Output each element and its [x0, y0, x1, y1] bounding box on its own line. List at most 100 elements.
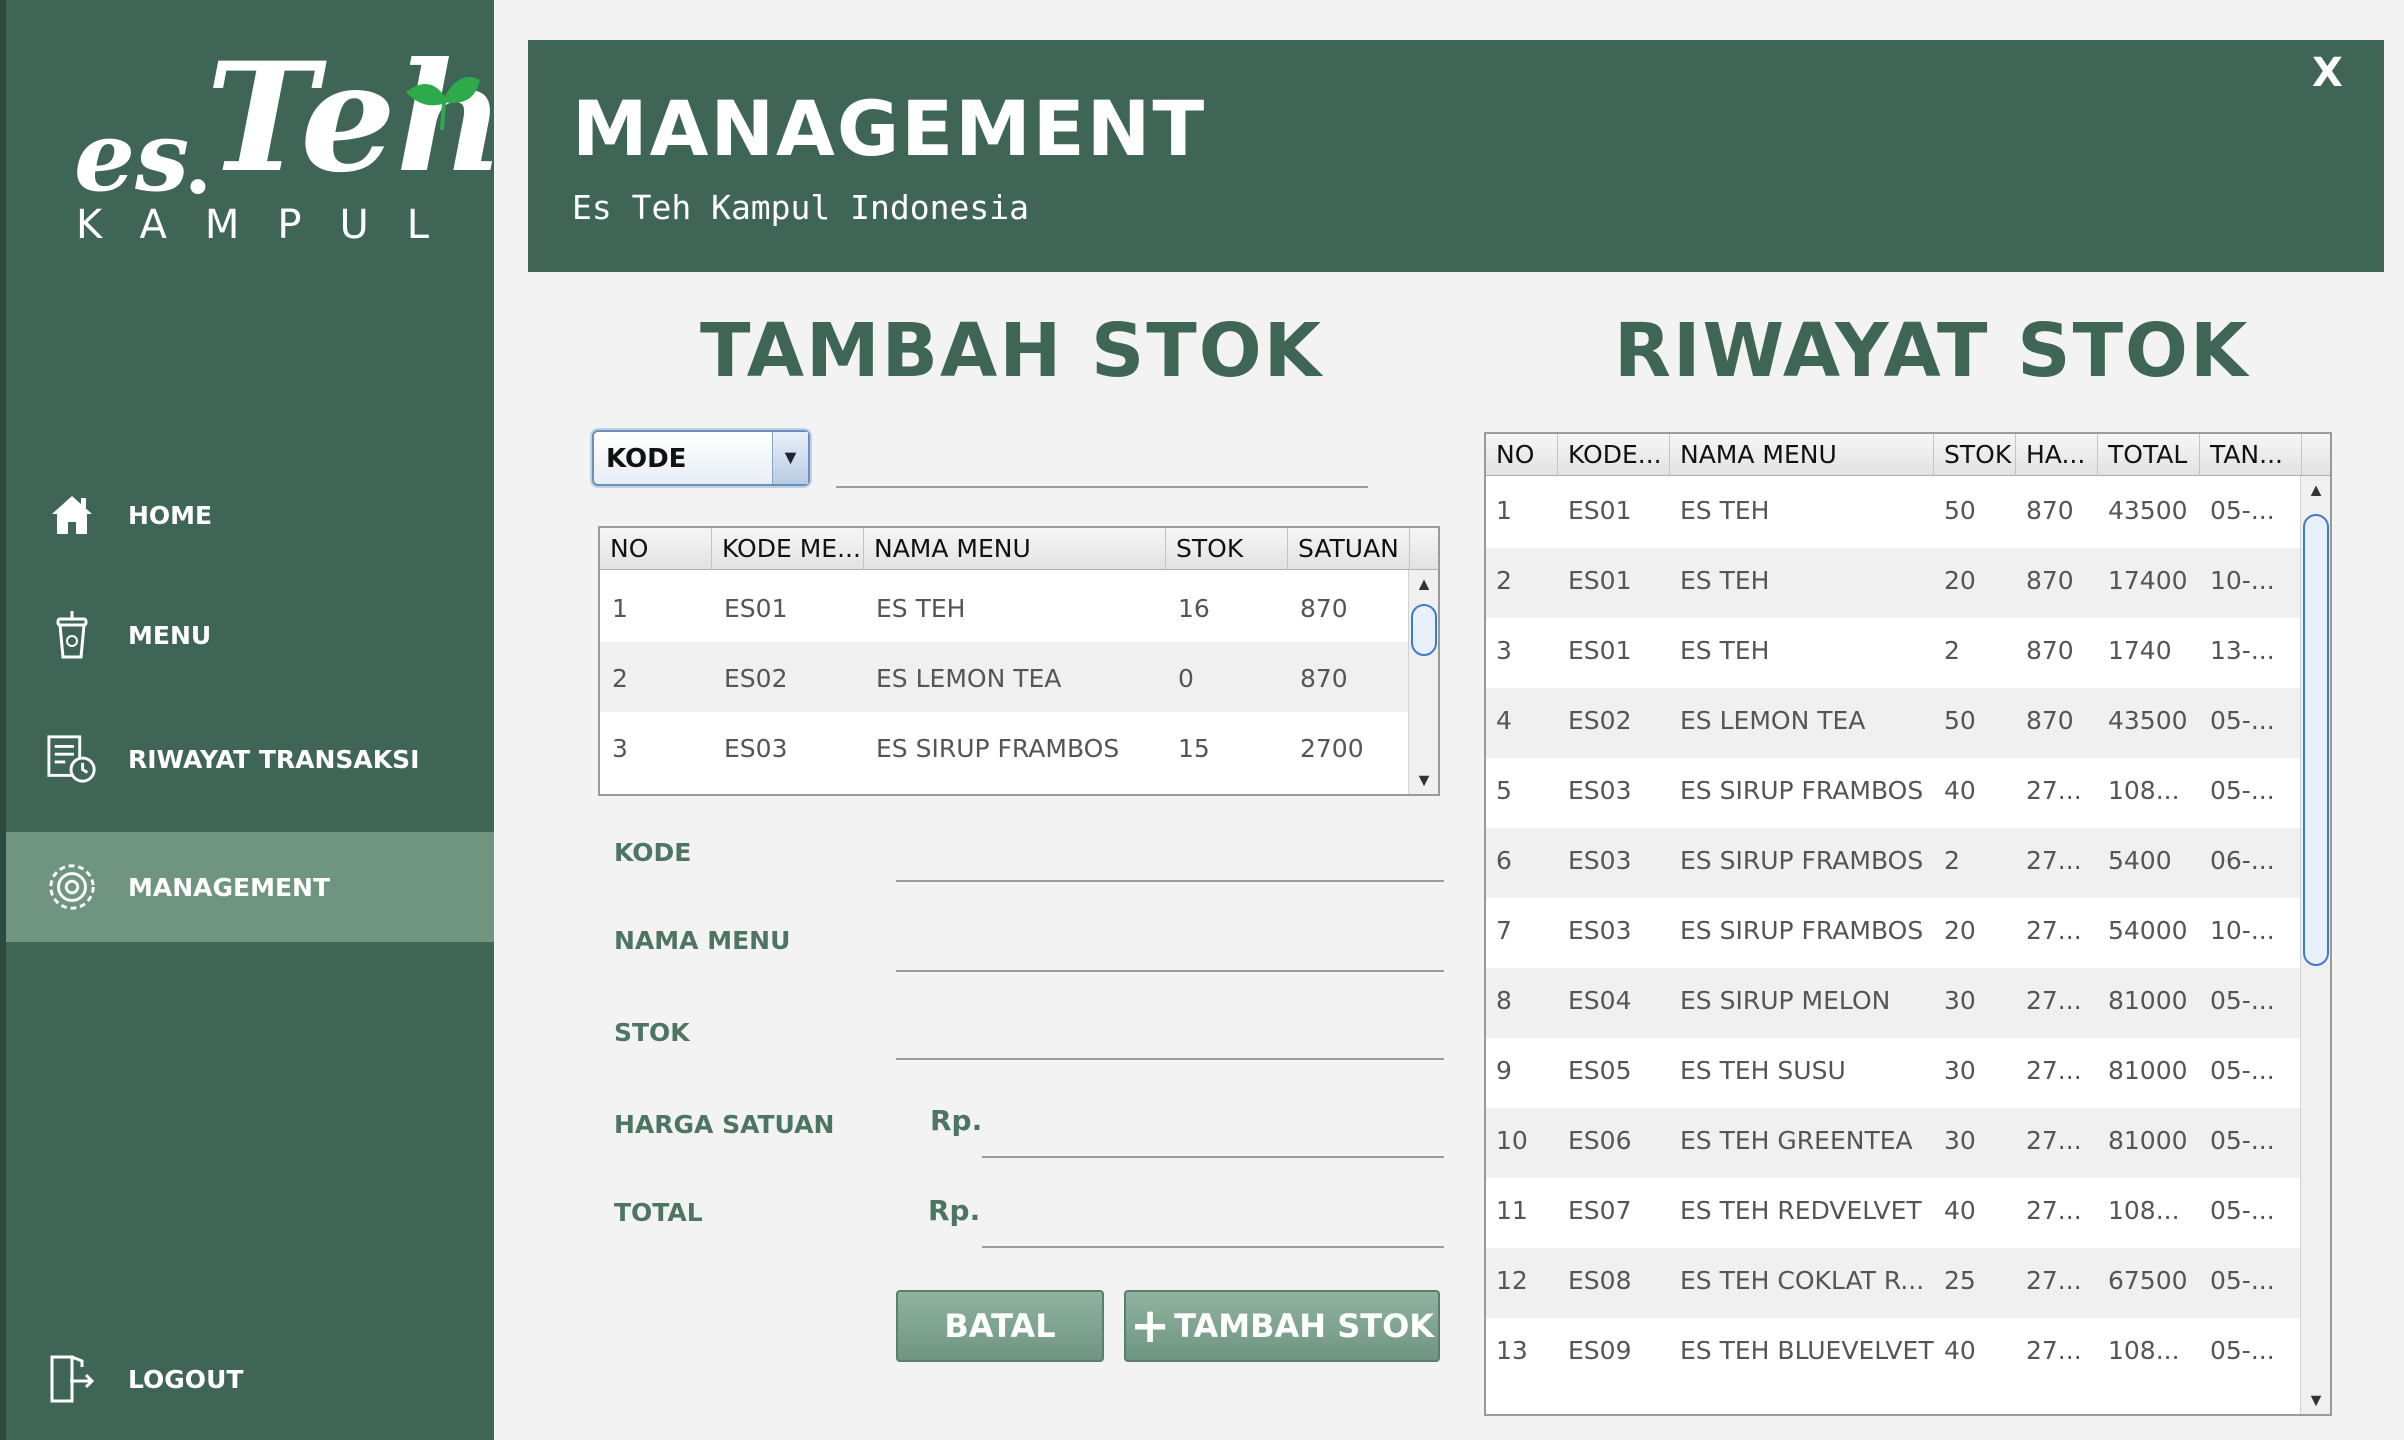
table-cell: 15: [1178, 734, 1210, 763]
table-cell: 27...: [2026, 986, 2082, 1015]
table-cell: 12: [1496, 1266, 1528, 1295]
table-row[interactable]: 13 ES09 ES TEH BLUEVELVET 40 27... 108... 05-.…: [1486, 1318, 2302, 1388]
nama-menu-field[interactable]: [896, 970, 1444, 972]
table-cell: ES TEH REDVELVET: [1680, 1196, 1922, 1225]
scroll-up-icon[interactable]: ▲: [1409, 570, 1438, 598]
tambah-stok-button[interactable]: + TAMBAH STOK: [1124, 1290, 1440, 1362]
table-cell: ES TEH SUSU: [1680, 1056, 1846, 1085]
col-header-no[interactable]: NO: [1486, 434, 1558, 476]
table-cell: ES02: [724, 664, 788, 693]
logo-es: es: [74, 100, 190, 213]
scroll-thumb[interactable]: [2303, 514, 2329, 966]
stok-field[interactable]: [896, 1058, 1444, 1060]
page-subtitle: Es Teh Kampul Indonesia: [572, 188, 1029, 227]
table-row[interactable]: 3 ES03 ES SIRUP FRAMBOS 15 2700: [600, 712, 1410, 782]
menu-table-scrollbar[interactable]: ▲ ▼: [1408, 570, 1438, 794]
col-header-no[interactable]: NO: [600, 528, 712, 570]
scroll-up-icon[interactable]: ▲: [2301, 476, 2330, 504]
table-cell: 108...: [2108, 1196, 2180, 1225]
col-header-kode[interactable]: KODE...: [1558, 434, 1670, 476]
scroll-down-icon[interactable]: ▼: [1409, 766, 1438, 794]
col-header-tanggal[interactable]: TAN...: [2200, 434, 2302, 476]
nama-menu-label: NAMA MENU: [614, 926, 791, 955]
table-row[interactable]: 2 ES01 ES TEH 20 870 17400 10-...: [1486, 548, 2302, 618]
table-row[interactable]: 11 ES07 ES TEH REDVELVET 40 27... 108... 05-..…: [1486, 1178, 2302, 1248]
table-cell: 870: [1300, 594, 1348, 623]
history-table-scrollbar[interactable]: ▲ ▼: [2300, 476, 2330, 1414]
table-row[interactable]: 1 ES01 ES TEH 50 870 43500 05-...: [1486, 478, 2302, 548]
nav-menu[interactable]: MENU: [6, 580, 494, 690]
total-field[interactable]: [982, 1246, 1444, 1248]
chevron-down-icon[interactable]: ▼: [772, 432, 808, 484]
table-cell: 30: [1944, 1126, 1976, 1155]
col-header-stok[interactable]: STOK: [1166, 528, 1288, 570]
table-cell: 05-...: [2210, 1266, 2275, 1295]
table-cell: ES03: [724, 734, 788, 763]
tambah-stok-title: TAMBAH STOK: [700, 308, 1324, 394]
search-by-select[interactable]: KODE ▼: [592, 430, 810, 486]
table-row[interactable]: 10 ES06 ES TEH GREENTEA 30 27... 81000 05-...: [1486, 1108, 2302, 1178]
table-cell: 870: [1300, 664, 1348, 693]
kode-field[interactable]: [896, 880, 1444, 882]
table-cell: 27...: [2026, 1336, 2082, 1365]
table-cell: ES08: [1568, 1266, 1632, 1295]
table-row[interactable]: 3 ES01 ES TEH 2 870 1740 13-...: [1486, 618, 2302, 688]
table-cell: ES SIRUP FRAMBOS: [876, 734, 1120, 763]
table-cell: 27...: [2026, 1266, 2082, 1295]
col-header-nama-menu[interactable]: NAMA MENU: [1670, 434, 1934, 476]
col-header-kode[interactable]: KODE ME...: [712, 528, 864, 570]
nav-logout-label: LOGOUT: [128, 1364, 244, 1394]
table-row[interactable]: 5 ES03 ES SIRUP FRAMBOS 40 27... 108... 05-...: [1486, 758, 2302, 828]
nav-management[interactable]: MANAGEMENT: [6, 832, 494, 942]
search-input[interactable]: [836, 486, 1368, 488]
batal-button-label: BATAL: [944, 1307, 1056, 1345]
table-cell: 25: [1944, 1266, 1976, 1295]
table-cell: ES05: [1568, 1056, 1632, 1085]
batal-button[interactable]: BATAL: [896, 1290, 1104, 1362]
nav-home[interactable]: HOME: [6, 460, 494, 570]
table-cell: ES TEH: [1680, 636, 1770, 665]
nav-logout[interactable]: LOGOUT: [6, 1324, 494, 1434]
table-cell: 1: [612, 594, 628, 623]
table-cell: 06-...: [2210, 846, 2275, 875]
table-row[interactable]: 7 ES03 ES SIRUP FRAMBOS 20 27... 54000 10-...: [1486, 898, 2302, 968]
scroll-down-icon[interactable]: ▼: [2301, 1386, 2330, 1414]
table-cell: 17400: [2108, 566, 2188, 595]
table-cell: ES04: [1568, 986, 1632, 1015]
kode-label: KODE: [614, 838, 692, 867]
table-cell: ES SIRUP FRAMBOS: [1680, 916, 1924, 945]
table-row[interactable]: 9 ES05 ES TEH SUSU 30 27... 81000 05-...: [1486, 1038, 2302, 1108]
table-cell: 870: [2026, 566, 2074, 595]
harga-satuan-field[interactable]: [982, 1156, 1444, 1158]
col-header-nama-menu[interactable]: NAMA MENU: [864, 528, 1166, 570]
table-row[interactable]: 4 ES02 ES LEMON TEA 50 870 43500 05-...: [1486, 688, 2302, 758]
col-header-satuan[interactable]: SATUAN: [1288, 528, 1410, 570]
table-cell: ES SIRUP FRAMBOS: [1680, 776, 1924, 805]
table-cell: ES TEH: [1680, 496, 1770, 525]
nav-management-label: MANAGEMENT: [128, 872, 331, 902]
table-cell: 108...: [2108, 1336, 2180, 1365]
col-header-total[interactable]: TOTAL: [2098, 434, 2200, 476]
leaf-icon: [406, 76, 480, 131]
table-cell: 40: [1944, 1336, 1976, 1365]
table-cell: 5: [1496, 776, 1512, 805]
table-cell: 05-...: [2210, 1196, 2275, 1225]
home-icon: [46, 489, 98, 541]
table-cell: ES TEH COKLAT R...: [1680, 1266, 1925, 1295]
nav-riwayat-transaksi[interactable]: RIWAYAT TRANSAKSI: [6, 704, 494, 814]
app-window: es . Teh KAMPUL HOME MENU RIWAYAT TRANSA…: [0, 0, 2404, 1440]
close-button[interactable]: X: [2312, 50, 2343, 96]
table-cell: 50: [1944, 706, 1976, 735]
scroll-thumb[interactable]: [1411, 604, 1437, 656]
table-cell: 0: [1178, 664, 1194, 693]
table-row[interactable]: 1 ES01 ES TEH 16 870: [600, 572, 1410, 642]
stok-label: STOK: [614, 1018, 690, 1047]
plus-icon: +: [1129, 1298, 1171, 1354]
table-row[interactable]: 8 ES04 ES SIRUP MELON 30 27... 81000 05-...: [1486, 968, 2302, 1038]
col-header-harga[interactable]: HA...: [2016, 434, 2098, 476]
table-row[interactable]: 6 ES03 ES SIRUP FRAMBOS 2 27... 5400 06-...: [1486, 828, 2302, 898]
table-row[interactable]: 12 ES08 ES TEH COKLAT R... 25 27... 67500 05-.…: [1486, 1248, 2302, 1318]
table-row[interactable]: 2 ES02 ES LEMON TEA 0 870: [600, 642, 1410, 712]
col-header-stok[interactable]: STOK: [1934, 434, 2016, 476]
table-cell: ES01: [724, 594, 788, 623]
